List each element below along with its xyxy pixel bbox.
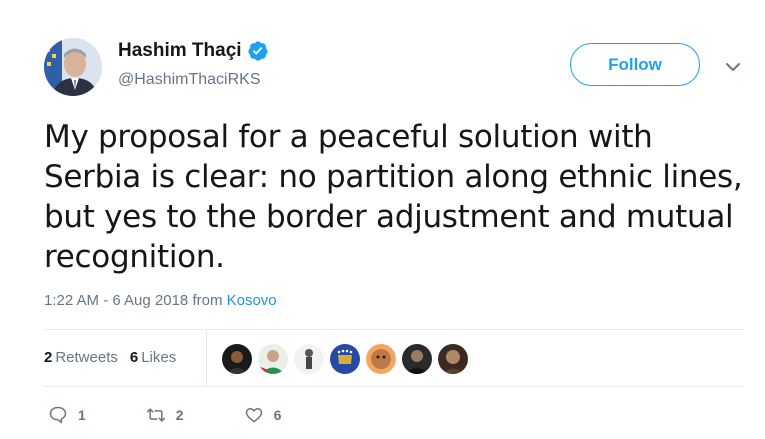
author-name-row[interactable]: Hashim Thaçi: [118, 40, 269, 62]
liker-avatar[interactable]: [438, 344, 468, 374]
like-count: 6: [273, 407, 282, 423]
tweet-stats: 2 Retweets 6 Likes: [44, 349, 176, 366]
author-avatar[interactable]: [44, 38, 102, 96]
avatar-image: [44, 38, 102, 96]
retweets-stat[interactable]: 2 Retweets: [44, 349, 118, 366]
liker-avatar[interactable]: [366, 344, 396, 374]
liker-avatars: [222, 344, 468, 374]
likes-label: Likes: [141, 349, 177, 366]
likes-count: 6: [129, 349, 139, 366]
retweets-label: Retweets: [55, 349, 118, 366]
tweet-timestamp[interactable]: 1:22 AM - 6 Aug 2018 from: [44, 292, 227, 309]
liker-avatar[interactable]: [258, 344, 288, 374]
tweet-location-link[interactable]: Kosovo: [227, 292, 277, 309]
retweet-icon: [146, 408, 165, 422]
liker-avatar[interactable]: [402, 344, 432, 374]
reply-action[interactable]: 1: [48, 405, 86, 425]
stats-separator: [206, 330, 207, 386]
follow-button[interactable]: Follow: [570, 43, 700, 86]
liker-avatar[interactable]: [330, 344, 360, 374]
tweet-actions: 1 2 6: [48, 405, 341, 425]
reply-count: 1: [78, 407, 86, 423]
author-handle[interactable]: @HashimThaciRKS: [118, 71, 261, 89]
tweet-meta: 1:22 AM - 6 Aug 2018 from Kosovo: [44, 292, 277, 309]
divider-top: [44, 329, 744, 330]
like-action[interactable]: 6: [244, 405, 282, 425]
chevron-down-icon[interactable]: [724, 58, 742, 76]
reply-icon: [49, 406, 67, 424]
liker-avatar[interactable]: [294, 344, 324, 374]
tweet-text: My proposal for a peaceful solution with…: [44, 119, 743, 275]
divider-bottom: [44, 386, 744, 387]
retweets-count: 2: [44, 349, 53, 366]
likes-stat[interactable]: 6 Likes: [130, 349, 176, 366]
author-display-name[interactable]: Hashim Thaçi: [118, 40, 242, 62]
liker-avatar[interactable]: [222, 344, 252, 374]
retweet-action[interactable]: 2: [146, 405, 184, 425]
retweet-count: 2: [175, 407, 184, 423]
heart-icon: [245, 408, 262, 423]
verified-badge-icon: [247, 41, 268, 61]
